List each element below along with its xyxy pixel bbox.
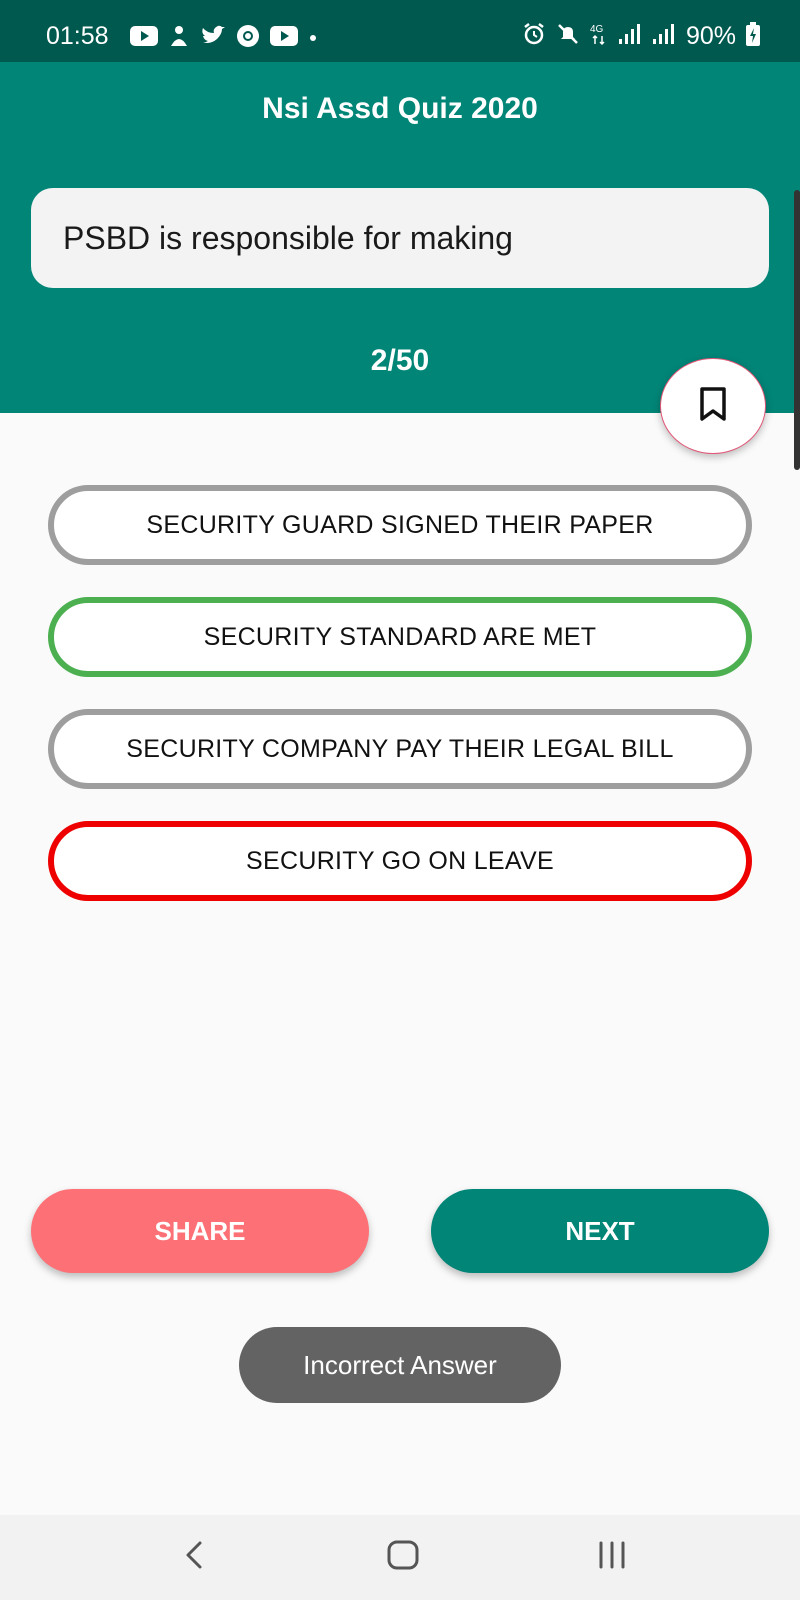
notification-icon (168, 24, 190, 53)
answer-option-wrong[interactable]: SECURITY GO ON LEAVE (48, 821, 752, 901)
back-icon (182, 1539, 206, 1576)
answer-option-correct[interactable]: SECURITY STANDARD ARE MET (48, 597, 752, 677)
signal-icon (618, 23, 642, 50)
answer-option-label: SECURITY GUARD SIGNED THEIR PAPER (146, 510, 654, 539)
chrome-icon (236, 24, 260, 53)
youtube-icon (130, 26, 158, 51)
bookmark-icon (697, 386, 729, 427)
scroll-indicator[interactable] (794, 190, 800, 470)
answer-option[interactable]: SECURITY GUARD SIGNED THEIR PAPER (48, 485, 752, 565)
notification-icons (130, 24, 318, 53)
toast-message: Incorrect Answer (239, 1327, 561, 1403)
home-button[interactable] (383, 1537, 423, 1577)
share-button-label: SHARE (154, 1215, 246, 1246)
status-bar: 01:58 4G 90% (0, 0, 800, 62)
app-title: Nsi Assd Quiz 2020 (262, 92, 538, 125)
back-button[interactable] (174, 1537, 214, 1577)
answer-option-label: SECURITY STANDARD ARE MET (203, 622, 597, 651)
toast-text: Incorrect Answer (303, 1349, 497, 1380)
dot-icon (308, 30, 318, 48)
quiz-header: Nsi Assd Quiz 2020 PSBD is responsible f… (0, 62, 800, 413)
share-button[interactable]: SHARE (31, 1189, 369, 1273)
youtube-icon (270, 26, 298, 51)
question-text: PSBD is responsible for making (63, 219, 513, 256)
4g-icon: 4G (590, 22, 608, 51)
answer-option-label: SECURITY GO ON LEAVE (246, 846, 554, 875)
status-time: 01:58 (46, 22, 109, 50)
recents-button[interactable] (592, 1537, 632, 1577)
bookmark-button[interactable] (660, 358, 766, 454)
next-button-label: NEXT (565, 1215, 635, 1246)
question-card: PSBD is responsible for making (31, 188, 769, 288)
recents-icon (595, 1539, 629, 1576)
answer-option[interactable]: SECURITY COMPANY PAY THEIR LEGAL BILL (48, 709, 752, 789)
mute-icon (556, 22, 580, 51)
navigation-bar (0, 1515, 800, 1600)
battery-percent: 90% (685, 22, 736, 50)
next-button[interactable]: NEXT (431, 1189, 769, 1273)
signal-icon (652, 23, 676, 50)
twitter-icon (200, 25, 226, 52)
home-icon (386, 1539, 420, 1576)
battery-icon (746, 22, 760, 51)
system-icons: 4G 90% (522, 22, 760, 51)
svg-text:4G: 4G (590, 24, 604, 35)
answer-option-label: SECURITY COMPANY PAY THEIR LEGAL BILL (126, 734, 674, 763)
alarm-icon (522, 22, 546, 51)
